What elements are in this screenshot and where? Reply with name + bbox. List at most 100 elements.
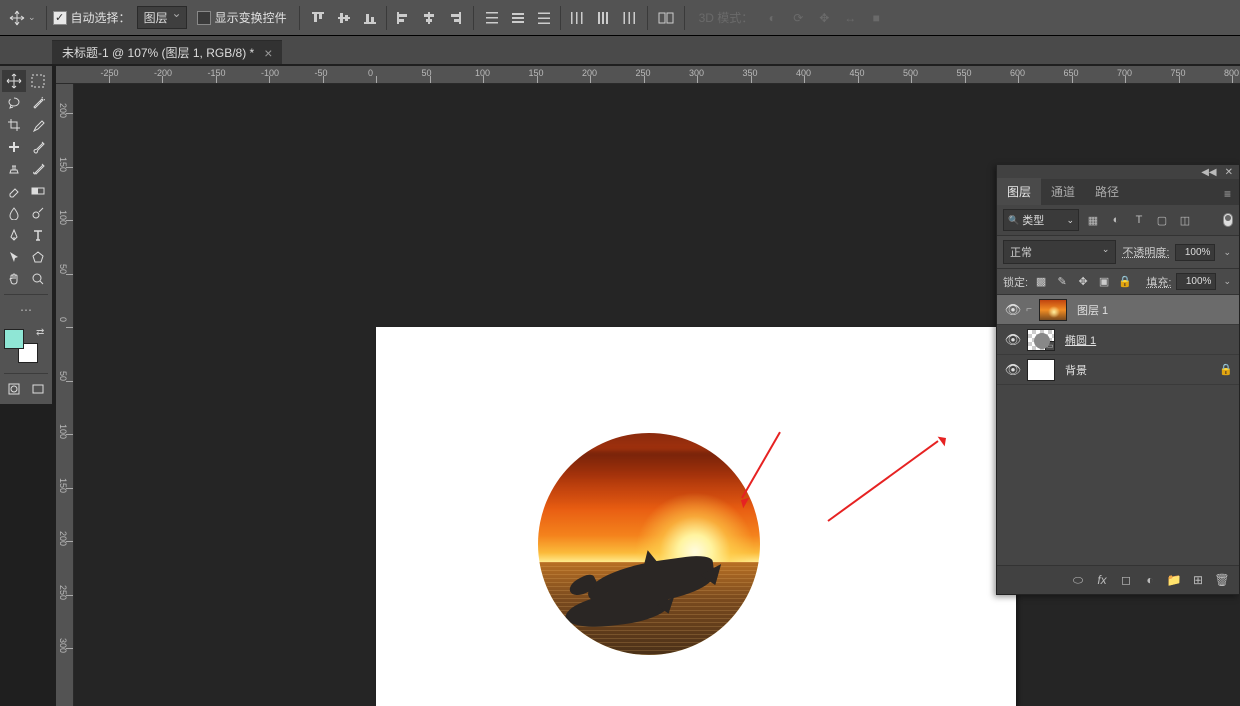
align-hcenter-icon[interactable] [417, 7, 441, 29]
panel-header-strip: ◀◀ ✕ [997, 165, 1239, 179]
lock-artboard-icon[interactable]: ▣ [1096, 274, 1112, 290]
layer-style-icon[interactable]: fx [1091, 570, 1113, 590]
filter-type-dropdown[interactable]: 类型⌄ [1003, 209, 1079, 231]
collapse-panel-icon[interactable]: ◀◀ [1201, 167, 1216, 178]
visibility-toggle-0[interactable]: 👁 [1003, 302, 1023, 318]
dist-hcenter-icon[interactable] [591, 7, 615, 29]
tab-channels[interactable]: 通道 [1041, 178, 1085, 205]
crop-tool[interactable] [2, 114, 26, 136]
visibility-toggle-2[interactable]: 👁 [1003, 362, 1023, 378]
blur-tool[interactable] [2, 202, 26, 224]
color-swatches: ⇄ [2, 325, 50, 369]
show-transform-checkbox[interactable] [197, 11, 211, 25]
layer-row-0[interactable]: 👁 ⌐ 图层 1 [997, 295, 1239, 325]
layer-row-2[interactable]: 👁 背景 🔒 [997, 355, 1239, 385]
opacity-value[interactable]: 100% [1175, 244, 1215, 261]
auto-align-icon[interactable] [654, 7, 678, 29]
layer-mask-icon[interactable]: ◻ [1115, 570, 1137, 590]
magic-wand-tool[interactable] [26, 92, 50, 114]
shape-tool[interactable] [26, 246, 50, 268]
layer-lock-icon-2[interactable]: 🔒 [1219, 363, 1233, 376]
delete-layer-icon[interactable]: 🗑 [1211, 570, 1233, 590]
history-brush-tool[interactable] [26, 158, 50, 180]
layer-name-2[interactable]: 背景 [1065, 362, 1219, 378]
foreground-color[interactable] [4, 329, 24, 349]
type-tool[interactable] [26, 224, 50, 246]
lasso-tool[interactable] [2, 92, 26, 114]
dist-right-icon[interactable] [617, 7, 641, 29]
current-tool-icon[interactable] [6, 7, 28, 29]
screen-mode-icon[interactable] [26, 378, 50, 400]
filter-toggle[interactable] [1223, 213, 1233, 227]
fill-label[interactable]: 填充: [1146, 274, 1171, 290]
link-layers-icon[interactable]: ⬭ [1067, 570, 1089, 590]
auto-select-dropdown[interactable]: 图层 [137, 6, 187, 29]
fill-value[interactable]: 100% [1176, 273, 1216, 290]
blend-mode-dropdown[interactable]: 正常⌄ [1003, 240, 1116, 264]
layer-name-1[interactable]: 椭圆 1 [1065, 332, 1233, 348]
filter-adjust-icon[interactable]: ◐ [1107, 211, 1125, 229]
opacity-label[interactable]: 不透明度: [1122, 244, 1169, 260]
document-tab[interactable]: 未标题-1 @ 107% (图层 1, RGB/8) * × [52, 40, 282, 64]
dodge-tool[interactable] [26, 202, 50, 224]
layer-name-0[interactable]: 图层 1 [1077, 302, 1233, 318]
lock-image-icon[interactable]: ✎ [1054, 274, 1070, 290]
layer-row-1[interactable]: 👁 ▭ 椭圆 1 [997, 325, 1239, 355]
layer-list-empty-area[interactable] [997, 385, 1239, 565]
layer-thumb-2[interactable] [1027, 359, 1055, 381]
fill-arrow-icon[interactable]: ⌄ [1221, 276, 1233, 287]
close-panel-icon[interactable]: ✕ [1225, 167, 1233, 178]
lock-position-icon[interactable]: ✥ [1075, 274, 1091, 290]
move-tool[interactable] [2, 70, 26, 92]
zoom-tool[interactable] [26, 268, 50, 290]
gradient-tool[interactable] [26, 180, 50, 202]
path-select-tool[interactable] [2, 246, 26, 268]
tab-paths[interactable]: 路径 [1085, 178, 1129, 205]
hand-tool[interactable] [2, 268, 26, 290]
align-left-icon[interactable] [391, 7, 415, 29]
layer-thumb-1[interactable]: ▭ [1027, 329, 1055, 351]
adjustment-layer-icon[interactable]: ◐ [1139, 570, 1161, 590]
layer-thumb-0[interactable] [1039, 299, 1067, 321]
opacity-arrow-icon[interactable]: ⌄ [1221, 247, 1233, 258]
marquee-tool[interactable] [26, 70, 50, 92]
dist-vcenter-icon[interactable] [506, 7, 530, 29]
align-group-2 [391, 7, 467, 29]
align-bottom-icon[interactable] [358, 7, 382, 29]
lock-all-icon[interactable]: 🔒 [1117, 274, 1133, 290]
edit-toolbar-icon[interactable]: ⋯ [2, 299, 50, 321]
quick-mask-icon[interactable] [2, 378, 26, 400]
lock-transparent-icon[interactable]: ▩ [1033, 274, 1049, 290]
filter-type-icon[interactable]: T [1130, 211, 1148, 229]
filter-shape-icon[interactable]: ▢ [1153, 211, 1171, 229]
panel-menu-icon[interactable]: ≡ [1216, 183, 1239, 205]
align-right-icon[interactable] [443, 7, 467, 29]
close-tab-icon[interactable]: × [264, 45, 272, 61]
filter-smart-icon[interactable]: ◫ [1176, 211, 1194, 229]
filter-pixel-icon[interactable]: ▦ [1084, 211, 1102, 229]
align-vcenter-icon[interactable] [332, 7, 356, 29]
swap-colors-icon[interactable]: ⇄ [36, 327, 44, 338]
spot-heal-tool[interactable] [2, 136, 26, 158]
mode-3d-label: 3D 模式： [699, 9, 754, 26]
ruler-horizontal[interactable]: -250-200-150-100-50050100150200250300350… [56, 66, 1240, 84]
document-canvas[interactable] [376, 327, 1016, 706]
eraser-tool[interactable] [2, 180, 26, 202]
group-icon[interactable]: 📁 [1163, 570, 1185, 590]
auto-select-checkbox[interactable]: ✓ [53, 11, 67, 25]
layers-panel: ◀◀ ✕ 图层 通道 路径 ≡ 类型⌄ ▦ ◐ T ▢ ◫ 正常⌄ 不透明度: … [996, 164, 1240, 595]
tool-preset-arrow[interactable]: ⌄ [28, 12, 36, 23]
clone-stamp-tool[interactable] [2, 158, 26, 180]
pen-tool[interactable] [2, 224, 26, 246]
ruler-vertical[interactable]: 20015010050050100150200250300 [56, 84, 74, 706]
distribute-group-2 [565, 7, 641, 29]
eyedropper-tool[interactable] [26, 114, 50, 136]
dist-top-icon[interactable] [480, 7, 504, 29]
dist-bottom-icon[interactable] [532, 7, 556, 29]
dist-left-icon[interactable] [565, 7, 589, 29]
new-layer-icon[interactable]: ⊞ [1187, 570, 1209, 590]
tab-layers[interactable]: 图层 [997, 178, 1041, 205]
align-top-icon[interactable] [306, 7, 330, 29]
brush-tool[interactable] [26, 136, 50, 158]
visibility-toggle-1[interactable]: 👁 [1003, 332, 1023, 348]
